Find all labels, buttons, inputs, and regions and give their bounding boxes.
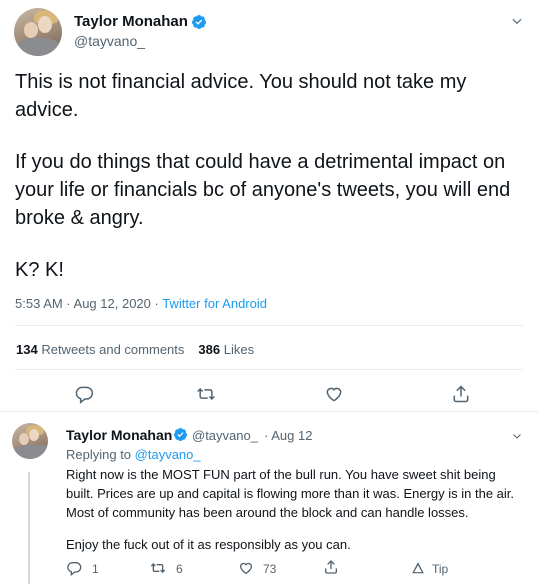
reply-count: 1 (92, 562, 99, 576)
replying-to: Replying to @tayvano_ (66, 447, 201, 462)
like-icon[interactable] (238, 560, 254, 576)
tweet-paragraph: This is not financial advice. You should… (15, 71, 467, 121)
chevron-down-icon[interactable] (510, 14, 524, 28)
divider (0, 411, 538, 412)
reply-text: Right now is the MOST FUN part of the bu… (66, 465, 521, 567)
tip-icon[interactable] (411, 561, 425, 575)
reply-icon[interactable] (66, 560, 82, 576)
reply-paragraph: Right now is the MOST FUN part of the bu… (66, 467, 514, 520)
engagement-stats: 134 Retweets and comments 386 Likes (16, 342, 254, 357)
reply-author-name[interactable]: Taylor Monahan (66, 427, 172, 443)
retweet-icon[interactable] (196, 384, 216, 404)
divider (15, 369, 523, 370)
author-avatar[interactable] (14, 8, 62, 56)
tweet-text: This is not financial advice. You should… (15, 68, 520, 308)
share-icon[interactable] (451, 384, 471, 404)
author-name[interactable]: Taylor Monahan (74, 13, 188, 30)
retweets-stat[interactable]: 134 Retweets and comments (16, 342, 184, 357)
retweet-icon[interactable] (150, 560, 166, 576)
likes-stat[interactable]: 386 Likes (198, 342, 254, 357)
main-tweet: Taylor Monahan @tayvano_ This is not fin… (0, 0, 538, 412)
like-icon[interactable] (324, 384, 344, 404)
chevron-down-icon[interactable] (511, 430, 523, 442)
author-handle[interactable]: @tayvano_ (74, 33, 145, 49)
replying-to-handle[interactable]: @tayvano_ (135, 447, 201, 462)
tweet-paragraph: K? K! (15, 259, 64, 281)
like-count: 73 (263, 562, 277, 576)
reply-paragraph: Enjoy the fuck out of it as responsibly … (66, 537, 351, 552)
reply-author-avatar[interactable] (12, 423, 48, 459)
divider (15, 325, 523, 326)
tweet-source[interactable]: Twitter for Android (162, 296, 267, 311)
share-icon[interactable] (323, 559, 339, 575)
tweet-metadata: 5:53 AM · Aug 12, 2020 · Twitter for And… (15, 296, 267, 311)
reply-author-handle[interactable]: @tayvano_ (192, 428, 258, 443)
tweet-paragraph: If you do things that could have a detri… (15, 151, 511, 229)
thread-connector-line (28, 472, 30, 584)
reply-date[interactable]: · Aug 12 (264, 428, 312, 443)
retweet-count: 6 (176, 562, 183, 576)
tip-label[interactable]: Tip (432, 562, 448, 576)
verified-badge-icon (173, 427, 188, 442)
reply-icon[interactable] (74, 384, 94, 404)
verified-badge-icon (191, 15, 206, 29)
tweet-timestamp[interactable]: 5:53 AM · Aug 12, 2020 · (15, 296, 162, 311)
